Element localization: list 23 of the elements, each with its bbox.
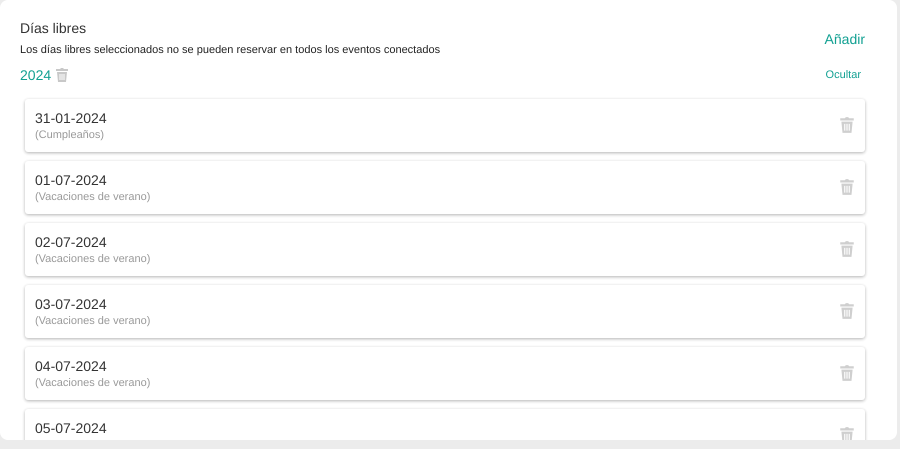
trash-icon[interactable] (839, 302, 855, 320)
day-date: 04-07-2024 (35, 356, 108, 374)
section-title: Días libres (20, 19, 88, 38)
day-reason: (Vacaciones de verano) (35, 190, 150, 204)
day-reason: (Vacaciones de verano) (35, 314, 150, 328)
day-date: 31-01-2024 (35, 108, 107, 126)
trash-icon[interactable] (55, 67, 70, 83)
day-date: 05-07-2024 (35, 418, 107, 436)
trash-icon[interactable] (839, 426, 855, 440)
add-button[interactable]: Añadir (824, 29, 865, 50)
hide-button[interactable]: Ocultar (826, 66, 861, 84)
year-label: 2024 (20, 66, 52, 84)
trash-icon[interactable] (839, 116, 855, 134)
trash-icon[interactable] (839, 178, 855, 196)
trash-icon[interactable] (839, 364, 855, 382)
day-date: 01-07-2024 (35, 170, 108, 188)
trash-icon[interactable] (839, 240, 855, 258)
section-description: Los días libres seleccionados no se pueden reservar en todos los eventos conectados (20, 43, 440, 58)
day-date: 02-07-2024 (35, 232, 108, 250)
day-reason: (Vacaciones de verano) (35, 252, 150, 266)
day-reason: (Cumpleaños) (35, 128, 106, 142)
day-date: 03-07-2024 (35, 294, 108, 312)
day-reason: (Vacaciones de verano) (35, 376, 150, 390)
